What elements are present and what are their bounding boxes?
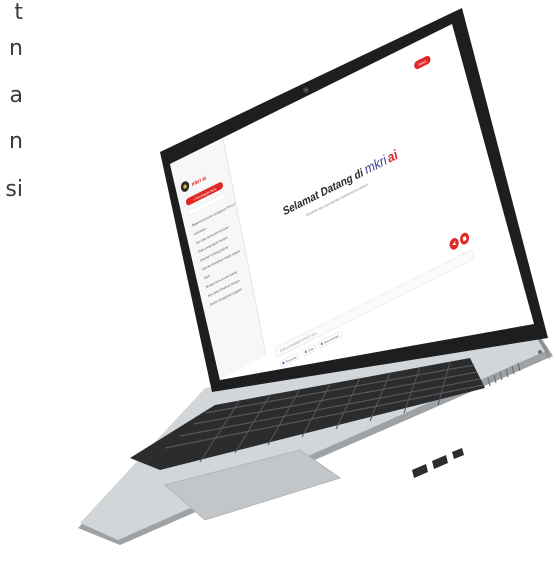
side-ports — [412, 448, 464, 478]
power-indicator — [538, 350, 542, 354]
laptop-illustration: mkri ai + Percakapan Baru Bagaimana pros… — [78, 8, 553, 545]
